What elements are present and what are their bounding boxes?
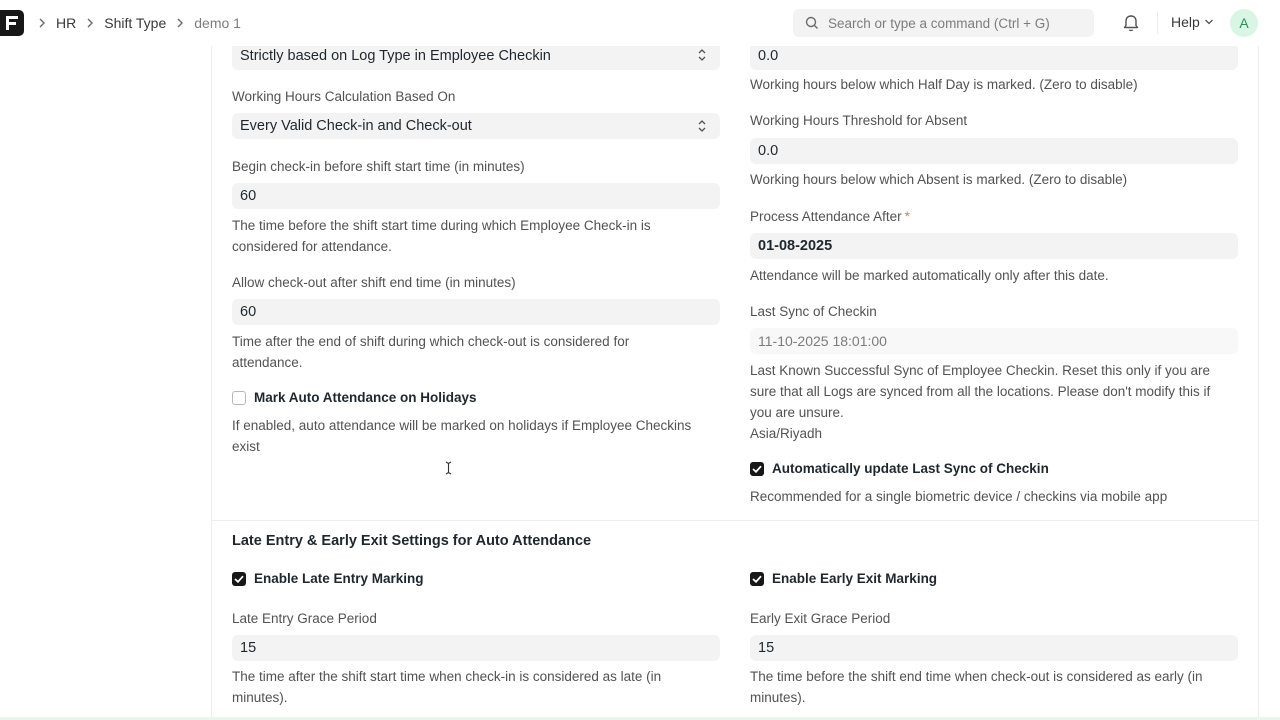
mark-auto-holidays-description: If enabled, auto attendance will be mark… [232, 415, 720, 457]
determine-checkin-select[interactable]: Strictly based on Log Type in Employee C… [232, 42, 720, 70]
search-bar[interactable]: Search or type a command (Ctrl + G) [793, 9, 1094, 37]
breadcrumb-current[interactable]: demo 1 [194, 15, 241, 31]
allow-checkout-value: 60 [240, 304, 257, 320]
last-sync-label: Last Sync of Checkin [750, 304, 877, 319]
select-arrows-icon [698, 118, 706, 134]
working-hours-calc-value: Every Valid Check-in and Check-out [240, 118, 472, 134]
half-day-threshold-input[interactable]: 0.0 [750, 42, 1238, 70]
navbar-divider [1157, 12, 1158, 34]
breadcrumb-hr[interactable]: HR [56, 15, 76, 31]
enable-early-exit-label: Enable Early Exit Marking [772, 571, 938, 586]
allow-checkout-label: Allow check-out after shift end time (in… [232, 275, 516, 290]
check-icon [234, 575, 244, 583]
auto-update-sync-description: Recommended for a single biometric devic… [750, 489, 1168, 504]
help-label: Help [1171, 14, 1200, 30]
mark-auto-holidays-label: Mark Auto Attendance on Holidays [254, 390, 477, 405]
user-avatar[interactable]: A [1230, 9, 1258, 37]
late-grace-description: The time after the shift start time when… [232, 666, 720, 708]
absent-threshold-input[interactable]: 0.0 [750, 138, 1238, 164]
late-grace-desc-line: minutes). [232, 690, 288, 705]
chevron-right-icon [176, 18, 184, 28]
process-after-description: Attendance will be marked automatically … [750, 268, 1109, 283]
begin-checkin-label: Begin check-in before shift start time (… [232, 159, 525, 174]
early-grace-desc-line: minutes). [750, 690, 806, 705]
allow-checkout-description: Time after the end of shift during which… [232, 331, 720, 373]
last-sync-desc-line: sure that all Logs are synced from all t… [750, 384, 1211, 399]
absent-threshold-label: Working Hours Threshold for Absent [750, 113, 968, 128]
breadcrumb-shift-type[interactable]: Shift Type [104, 15, 166, 31]
select-arrows-icon [698, 47, 706, 63]
last-sync-timezone: Asia/Riyadh [750, 426, 823, 441]
search-placeholder: Search or type a command (Ctrl + G) [828, 15, 1050, 31]
last-sync-value: 11-10-2025 18:01:00 [758, 333, 887, 349]
checkbox-checked[interactable] [750, 571, 764, 586]
chevron-down-icon [1204, 18, 1214, 26]
frappe-logo-icon [6, 16, 18, 30]
early-grace-label: Early Exit Grace Period [750, 611, 891, 626]
determine-checkin-value: Strictly based on Log Type in Employee C… [240, 48, 551, 64]
late-grace-value: 15 [240, 640, 257, 656]
last-sync-input[interactable]: 11-10-2025 18:01:00 [750, 328, 1238, 354]
app-logo[interactable] [0, 10, 24, 36]
navbar: HR Shift Type demo 1 Search or type a co… [0, 0, 1280, 46]
search-icon [805, 16, 818, 29]
process-after-label: Process Attendance After * [750, 208, 1238, 226]
checkbox-checked[interactable] [232, 571, 246, 586]
working-hours-calc-label: Working Hours Calculation Based On [232, 89, 456, 104]
required-mark: * [904, 209, 910, 224]
text-cursor-icon [445, 461, 452, 475]
begin-checkin-desc-line: The time before the shift start time dur… [232, 218, 651, 233]
absent-threshold-value: 0.0 [758, 143, 779, 159]
begin-checkin-desc-line: considered for attendance. [232, 239, 392, 254]
late-grace-label: Late Entry Grace Period [232, 611, 377, 626]
working-hours-calc-select[interactable]: Every Valid Check-in and Check-out [232, 113, 720, 139]
enable-late-entry-checkbox[interactable]: Enable Late Entry Marking [232, 571, 720, 586]
auto-update-sync-checkbox[interactable]: Automatically update Last Sync of Checki… [750, 461, 1238, 476]
process-after-value: 01-08-2025 [758, 238, 833, 254]
allow-checkout-desc-line: attendance. [232, 355, 303, 370]
last-sync-desc-line: Last Known Successful Sync of Employee C… [750, 363, 1210, 378]
early-grace-description: The time before the shift end time when … [750, 666, 1238, 708]
last-sync-description: Last Known Successful Sync of Employee C… [750, 360, 1238, 444]
process-after-date-input[interactable]: 01-08-2025 [750, 233, 1238, 259]
begin-checkin-value: 60 [240, 188, 257, 204]
auto-update-sync-label: Automatically update Last Sync of Checki… [772, 461, 1049, 476]
late-grace-desc-line: The time after the shift start time when… [232, 669, 662, 684]
late-grace-input[interactable]: 15 [232, 635, 720, 661]
half-day-threshold-description: Working hours below which Half Day is ma… [750, 77, 1138, 92]
early-grace-value: 15 [758, 640, 775, 656]
early-grace-desc-line: The time before the shift end time when … [750, 669, 1203, 684]
check-icon [752, 575, 762, 583]
mark-auto-holidays-desc-line: If enabled, auto attendance will be mark… [232, 418, 692, 433]
enable-late-entry-label: Enable Late Entry Marking [254, 571, 424, 586]
allow-checkout-desc-line: Time after the end of shift during which… [232, 334, 630, 349]
help-menu[interactable]: Help [1171, 14, 1214, 30]
chevron-right-icon [86, 18, 94, 28]
last-sync-desc-line: you are unsure. [750, 405, 844, 420]
breadcrumb: HR Shift Type demo 1 [36, 12, 249, 34]
mark-auto-holidays-checkbox[interactable]: Mark Auto Attendance on Holidays [232, 390, 720, 405]
section-divider [212, 520, 1258, 521]
process-after-label-text: Process Attendance After [750, 209, 902, 224]
mark-auto-holidays-desc-line: exist [232, 439, 260, 454]
begin-checkin-input[interactable]: 60 [232, 183, 720, 209]
early-grace-input[interactable]: 15 [750, 635, 1238, 661]
allow-checkout-input[interactable]: 60 [232, 299, 720, 325]
enable-early-exit-checkbox[interactable]: Enable Early Exit Marking [750, 571, 1238, 586]
late-early-section-title[interactable]: Late Entry & Early Exit Settings for Aut… [232, 533, 932, 549]
half-day-threshold-value: 0.0 [758, 48, 779, 64]
begin-checkin-description: The time before the shift start time dur… [232, 215, 720, 257]
checkbox-checked[interactable] [750, 461, 764, 476]
check-icon [752, 465, 762, 473]
absent-threshold-description: Working hours below which Absent is mark… [750, 172, 1128, 187]
checkbox-unchecked[interactable] [232, 390, 246, 405]
notification-bell-icon[interactable] [1122, 13, 1140, 33]
chevron-right-icon [38, 18, 46, 28]
